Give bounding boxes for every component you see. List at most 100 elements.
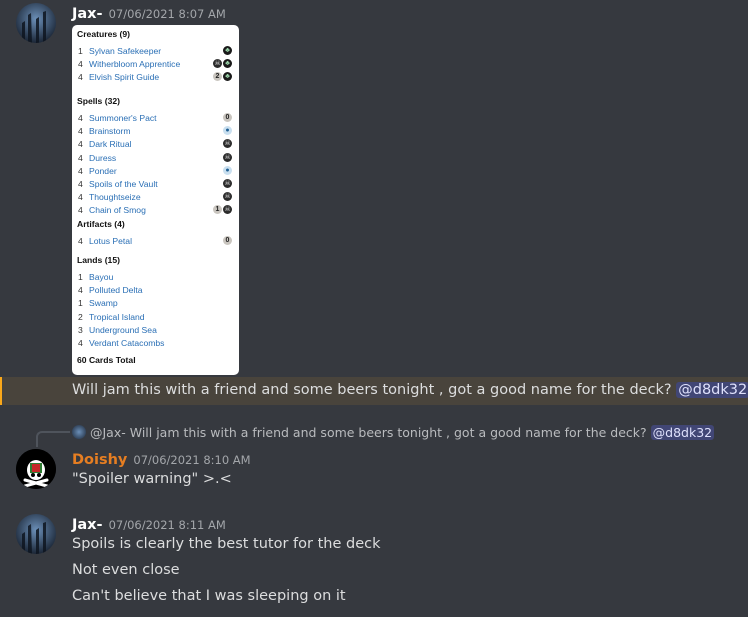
deck-card-row: 4 Chain of Smog 1 ☠: [77, 205, 232, 217]
mana-symbol-icon: ♣: [223, 59, 232, 69]
mana-symbol-icon: ☠: [213, 59, 222, 69]
mana-cost: ☠: [223, 152, 232, 162]
card-name-link[interactable]: Tropical Island: [89, 312, 145, 322]
message-header: Jax- 07/06/2021 8:11 AM: [72, 514, 226, 533]
deck-section-title: Artifacts (4): [77, 219, 125, 229]
mana-cost: ♣: [223, 46, 232, 55]
username[interactable]: Doishy: [72, 452, 127, 468]
mana-cost: ☠: [223, 139, 232, 149]
reply-preview[interactable]: @Jax- Will jam this with a friend and so…: [72, 425, 715, 440]
card-quantity: 4: [78, 152, 83, 163]
doishy-avatar[interactable]: [16, 449, 56, 489]
message-body: Will jam this with a friend and some bee…: [72, 382, 672, 398]
deck-card-row: 4 Verdant Catacombs: [77, 338, 232, 350]
deck-card-row: 4 Polluted Delta: [77, 285, 232, 297]
deck-card-row: 1 Sylvan Safekeeper ♣: [77, 46, 232, 58]
mana-cost: ☠: [223, 192, 232, 202]
card-name-link[interactable]: Duress: [89, 153, 116, 163]
mana-cost: 0: [223, 113, 232, 122]
card-name-link[interactable]: Summoner's Pact: [89, 113, 157, 123]
card-name-link[interactable]: Brainstorm: [89, 126, 131, 136]
message-line: Not even close: [72, 562, 180, 578]
deck-card-row: 4 Duress ☠: [77, 152, 232, 165]
mana-symbol-icon: ☠: [223, 139, 232, 149]
reply-text: Will jam this with a friend and some bee…: [129, 425, 647, 440]
reply-mention[interactable]: @d8dk32: [650, 425, 715, 440]
card-quantity: 1: [78, 46, 83, 56]
mana-symbol-icon: 0: [223, 113, 232, 122]
timestamp: 07/06/2021 8:07 AM: [108, 7, 226, 21]
deck-card-row: 1 Bayou: [77, 272, 232, 284]
deck-card-row: 4 Brainstorm ●: [77, 126, 232, 138]
mana-cost: 2 ♣: [213, 72, 232, 82]
card-name-link[interactable]: Bayou: [89, 272, 113, 282]
card-quantity: 4: [78, 179, 83, 189]
deck-section-title: Lands (15): [77, 255, 120, 265]
card-quantity: 4: [78, 72, 83, 83]
mana-symbol-icon: 2: [213, 72, 222, 82]
deck-card-row: 4 Ponder ●: [77, 165, 232, 178]
card-quantity: 3: [78, 324, 83, 335]
card-quantity: 4: [78, 285, 83, 296]
card-quantity: 2: [78, 311, 83, 322]
deck-total: 60 Cards Total: [77, 355, 136, 365]
mana-symbol-icon: ●: [223, 165, 232, 175]
deck-section-title: Creatures (9): [77, 29, 131, 39]
card-name-link[interactable]: Sylvan Safekeeper: [89, 46, 161, 56]
card-name-link[interactable]: Ponder: [89, 166, 117, 176]
card-quantity: 4: [78, 338, 83, 348]
username[interactable]: Jax-: [72, 6, 103, 22]
card-name-link[interactable]: Thoughtseize: [89, 192, 141, 202]
reply-avatar: [72, 425, 86, 439]
jax-avatar[interactable]: [16, 514, 56, 554]
card-quantity: 4: [78, 126, 83, 137]
jax-avatar[interactable]: [16, 3, 56, 43]
message-text: Will jam this with a friend and some bee…: [72, 382, 748, 398]
deck-card-row: 4 Summoner's Pact 0: [77, 113, 232, 125]
mana-symbol-icon: ♣: [223, 72, 232, 82]
card-quantity: 4: [78, 113, 83, 123]
deck-section-title: Spells (32): [77, 96, 120, 106]
mana-cost: ☠: [223, 179, 232, 188]
card-name-link[interactable]: Underground Sea: [89, 325, 157, 335]
card-quantity: 4: [78, 165, 83, 176]
card-name-link[interactable]: Swamp: [89, 298, 118, 308]
user-mention[interactable]: @d8dk32: [676, 382, 748, 398]
card-name-link[interactable]: Polluted Delta: [89, 285, 143, 295]
card-name-link[interactable]: Spoils of the Vault: [89, 179, 158, 189]
timestamp: 07/06/2021 8:11 AM: [108, 518, 226, 532]
mana-symbol-icon: 1: [213, 205, 222, 215]
card-name-link[interactable]: Elvish Spirit Guide: [89, 72, 159, 82]
deck-card-row: 2 Tropical Island: [77, 312, 232, 324]
timestamp: 07/06/2021 8:10 AM: [133, 453, 251, 467]
message-header: Doishy 07/06/2021 8:10 AM: [72, 449, 251, 468]
deck-card-row: 4 Witherbloom Apprentice ☠ ♣: [77, 59, 232, 71]
mana-cost: 0: [223, 236, 232, 245]
card-name-link[interactable]: Lotus Petal: [89, 236, 132, 246]
reply-connector: [36, 431, 70, 447]
card-name-link[interactable]: Verdant Catacombs: [89, 338, 164, 348]
mana-symbol-icon: ●: [223, 126, 232, 136]
message-line: Can't believe that I was sleeping on it: [72, 588, 346, 604]
deck-card-row: 3 Underground Sea: [77, 325, 232, 337]
mana-cost: 1 ☠: [213, 205, 232, 215]
reply-author[interactable]: @Jax-: [90, 425, 126, 440]
deck-card-row: 4 Spoils of the Vault ☠: [77, 179, 232, 191]
mana-cost: ●: [223, 126, 232, 136]
message-header: Jax- 07/06/2021 8:07 AM: [72, 3, 226, 22]
card-name-link[interactable]: Dark Ritual: [89, 139, 132, 149]
card-name-link[interactable]: Chain of Smog: [89, 205, 146, 215]
mana-cost: ☠ ♣: [213, 59, 232, 69]
deck-card-row: 4 Thoughtseize ☠: [77, 192, 232, 204]
decklist-image[interactable]: Creatures (9) 1 Sylvan Safekeeper ♣ 4 Witherb…: [72, 25, 239, 375]
card-name-link[interactable]: Witherbloom Apprentice: [89, 59, 180, 69]
message-text: "Spoiler warning" >.<: [72, 471, 232, 487]
message-line: Spoils is clearly the best tutor for the…: [72, 536, 381, 552]
mana-symbol-icon: 0: [223, 236, 232, 245]
deck-card-row: 4 Lotus Petal 0: [77, 236, 232, 248]
mana-symbol-icon: ☠: [223, 152, 232, 162]
card-quantity: 4: [78, 205, 83, 216]
card-quantity: 4: [78, 59, 83, 70]
deck-card-row: 4 Elvish Spirit Guide 2 ♣: [77, 72, 232, 84]
username[interactable]: Jax-: [72, 517, 103, 533]
